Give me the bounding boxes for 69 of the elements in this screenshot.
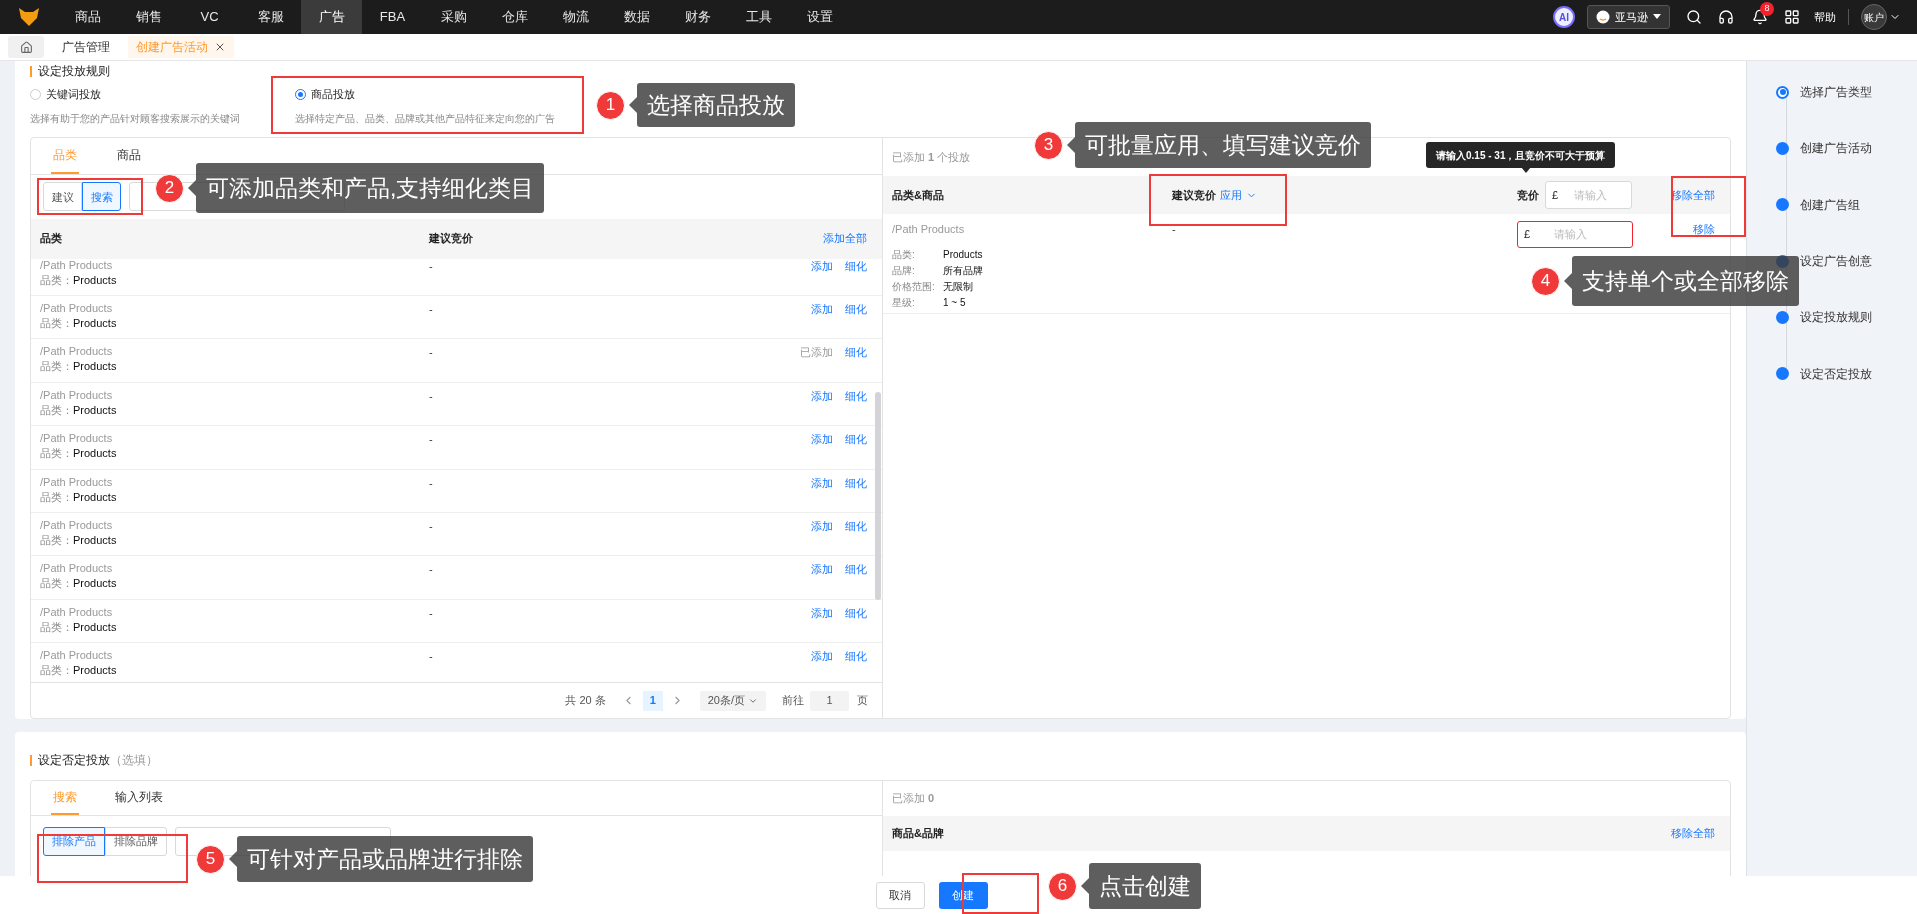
suggested-bid: -	[429, 562, 434, 578]
added-summary: 已添加 1 个投放	[892, 149, 971, 165]
field-label: 价格范围:	[892, 279, 936, 294]
category-value: Products	[73, 359, 117, 375]
section-title: 设定否定投放	[38, 752, 110, 769]
option-description: 选择有助于您的产品针对顾客搜索展示的关键词	[30, 111, 241, 126]
suggested-bid: -	[429, 301, 434, 317]
category-value: Products	[73, 489, 117, 505]
notification-badge: 8	[1760, 2, 1774, 16]
field-label: 品类：	[40, 272, 73, 288]
category-path: /Path Products	[892, 222, 966, 237]
suggested-bid: -	[429, 388, 434, 404]
column-header: 品类&商品	[892, 187, 945, 203]
category-path: /Path Products	[40, 344, 114, 360]
suggested-bid: -	[429, 649, 434, 665]
optional-hint: （选填）	[110, 752, 158, 769]
suggested-bid: -	[429, 518, 434, 534]
category-value: Products	[73, 315, 117, 331]
category-value: Products	[73, 446, 117, 462]
suggested-bid: -	[429, 345, 434, 361]
field-label: 品类：	[40, 402, 73, 418]
category-path: /Path Products	[40, 648, 114, 664]
field-label: 品类：	[40, 619, 73, 635]
field-label: 品类:	[892, 247, 916, 262]
suggested-bid: -	[429, 258, 434, 274]
category-path: /Path Products	[40, 300, 114, 316]
goto-label: 前往	[782, 693, 804, 709]
suggested-bid: -	[1172, 222, 1177, 237]
field-label: 品类：	[40, 663, 73, 679]
suggested-bid: -	[429, 475, 434, 491]
category-path: /Path Products	[40, 258, 114, 273]
field-label: 品类：	[40, 359, 73, 375]
section-title: 设定投放规则	[38, 63, 110, 80]
category-path: /Path Products	[40, 561, 114, 577]
suggested-bid: -	[429, 605, 434, 621]
category-value: Products	[73, 402, 117, 418]
field-value: 所有品牌	[943, 263, 983, 278]
category-path: /Path Products	[40, 387, 114, 403]
category-path: /Path Products	[40, 431, 114, 447]
field-label: 星级:	[892, 295, 916, 310]
added-summary: 已添加 0	[892, 791, 935, 807]
field-label: 品牌:	[892, 263, 916, 278]
field-label: 品类：	[40, 489, 73, 505]
field-label: 品类：	[40, 446, 73, 462]
column-header: 建议竞价	[429, 231, 474, 247]
category-value: Products	[73, 532, 117, 548]
page-suffix: 页	[857, 693, 868, 709]
category-path: /Path Products	[40, 517, 114, 533]
category-value: Products	[73, 576, 117, 592]
suggested-bid: -	[429, 432, 434, 448]
radio-label: 关键词投放	[46, 87, 101, 102]
total-count: 共 20 条	[565, 693, 606, 709]
column-header: 品类	[40, 231, 63, 247]
field-label: 品类：	[40, 532, 73, 548]
category-value: Products	[73, 272, 117, 288]
category-path: /Path Products	[40, 604, 114, 620]
bid-label: 竞价	[1517, 187, 1539, 203]
field-value: 无限制	[943, 279, 973, 294]
field-value: Products	[943, 247, 983, 262]
radio-label: 商品投放	[311, 87, 355, 102]
category-value: Products	[73, 663, 117, 679]
column-header: 商品&品牌	[892, 826, 945, 842]
field-label: 品类：	[40, 315, 73, 331]
category-value: Products	[73, 619, 117, 635]
field-value: 1 ~ 5	[943, 295, 966, 310]
column-header: 建议竞价	[1172, 187, 1216, 203]
field-label: 品类：	[40, 576, 73, 592]
category-path: /Path Products	[40, 474, 114, 490]
option-description: 选择特定产品、品类、品牌或其他产品特征来定向您的广告	[295, 111, 555, 126]
